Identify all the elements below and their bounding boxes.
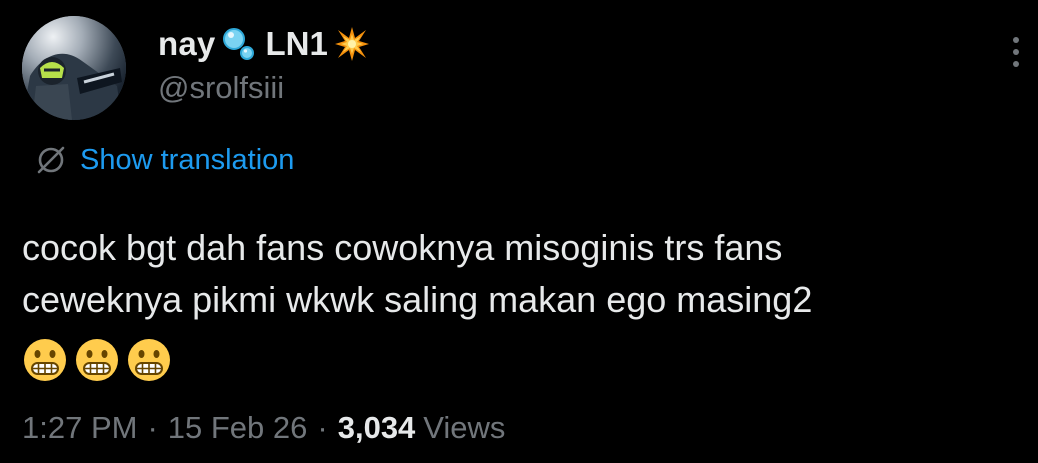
globe-slash-icon	[37, 146, 65, 174]
avatar-image	[22, 16, 126, 120]
grimacing-face-icon	[76, 339, 118, 381]
grimacing-face-icon	[128, 339, 170, 381]
more-vertical-icon[interactable]	[1006, 34, 1026, 74]
collision-emoji-icon	[334, 27, 369, 61]
tweet: nay LN1 @srolfsiii Show translation coco…	[0, 0, 1038, 463]
tweet-emojis	[22, 337, 172, 385]
display-name-suffix[interactable]: LN1	[265, 25, 327, 63]
grimacing-face-icon	[24, 339, 66, 381]
meta-separator: ·	[147, 410, 158, 445]
post-time[interactable]: 1:27 PM	[22, 410, 137, 446]
author-name-row[interactable]: nay LN1	[158, 22, 370, 66]
display-name[interactable]: nay	[158, 25, 215, 63]
views-label[interactable]: Views	[423, 410, 505, 446]
show-translation-label[interactable]: Show translation	[80, 144, 294, 177]
tweet-meta: 1:27 PM · 15 Feb 26 · 3,034 Views	[22, 406, 505, 450]
post-date[interactable]: 15 Feb 26	[168, 410, 308, 446]
views-count[interactable]: 3,034	[338, 410, 416, 446]
bubbles-emoji-icon	[223, 28, 255, 60]
avatar[interactable]	[22, 16, 126, 120]
show-translation-button[interactable]: Show translation	[34, 140, 294, 180]
author-handle[interactable]: @srolfsiii	[158, 70, 284, 106]
tweet-text: cocok bgt dah fans cowoknya misoginis tr…	[22, 227, 813, 320]
meta-separator: ·	[317, 410, 328, 445]
